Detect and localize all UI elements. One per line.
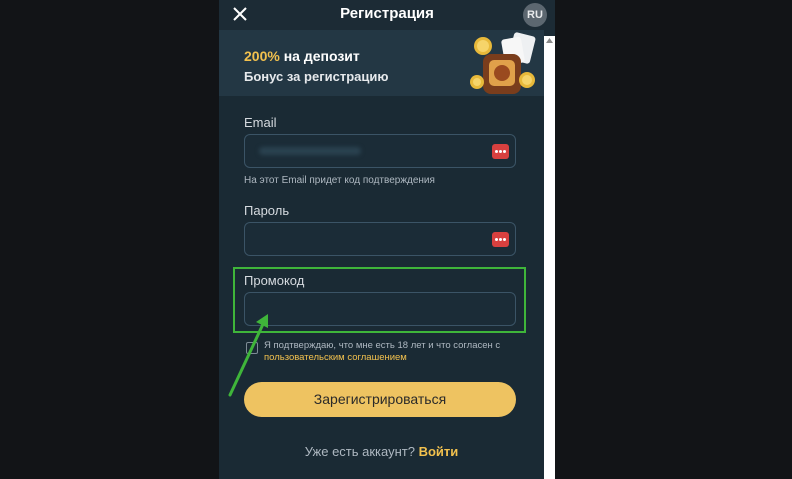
scrollbar[interactable] [544,36,555,479]
bonus-percent: 200% [244,48,280,64]
password-label: Пароль [244,203,290,218]
user-agreement-link[interactable]: пользовательским соглашением [264,352,407,363]
email-label: Email [244,115,277,130]
bonus-title: 200% на депозит [244,48,360,64]
bonus-text: на депозит [279,48,360,64]
email-field[interactable] [244,134,516,169]
email-input[interactable] [255,135,489,169]
bonus-banner[interactable]: 200% на депозит Бонус за регистрацию [219,30,544,96]
consent-text: Я подтверждаю, что мне есть 18 лет и что… [264,340,534,364]
password-manager-icon[interactable] [492,232,509,247]
password-field[interactable] [244,222,516,257]
promo-highlight-box [233,267,526,333]
email-hint: На этот Email придет код подтверждения [244,175,435,186]
language-button[interactable]: RU [523,3,547,27]
login-link[interactable]: Войти [419,444,459,459]
login-row: Уже есть аккаунт? Войти [219,444,544,459]
page-title: Регистрация [340,5,434,22]
header: Регистрация RU [219,0,555,30]
register-button[interactable]: Зарегистрироваться [244,382,516,417]
password-input[interactable] [255,223,489,257]
registration-panel: Регистрация RU 200% на депозит Бонус за … [219,0,555,479]
bonus-subtitle: Бонус за регистрацию [244,69,389,84]
consent-checkbox[interactable] [246,342,258,354]
consent-statement: Я подтверждаю, что мне есть 18 лет и что… [264,340,501,351]
slot-coins-icon [470,32,536,94]
login-question: Уже есть аккаунт? [304,444,419,459]
password-manager-icon[interactable] [492,144,509,159]
scroll-up-icon[interactable] [545,36,554,45]
